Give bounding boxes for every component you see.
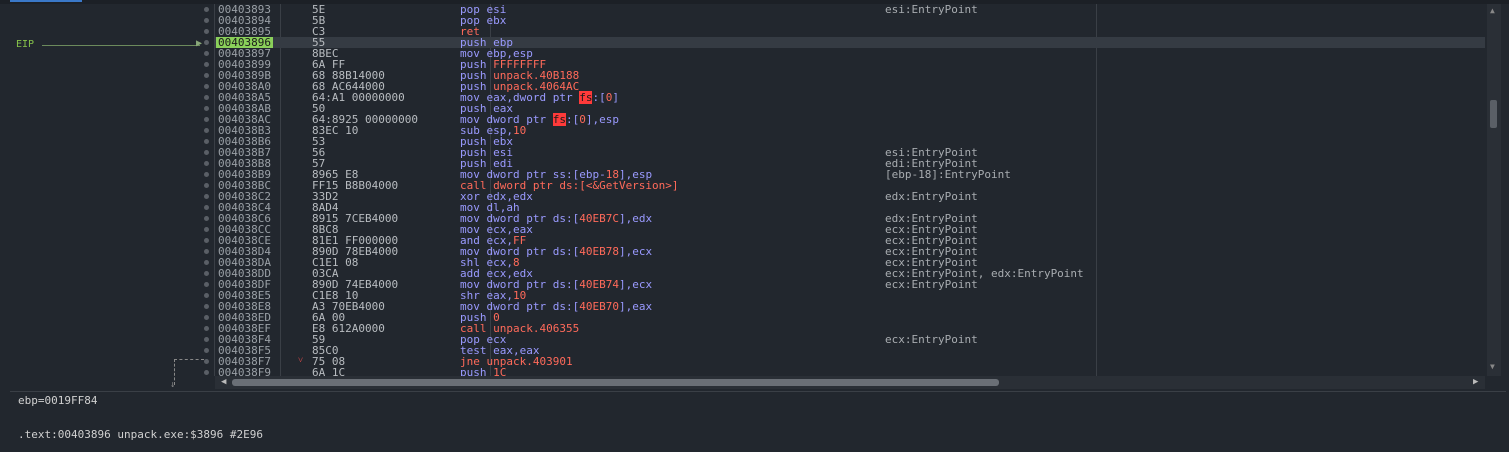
scroll-down-icon[interactable]: ▼ [1490,362,1495,371]
row-comment: ecx:EntryPoint [885,278,978,291]
disasm-row[interactable]: 004038F5 85C0 test eax,eax [215,345,1485,356]
disasm-row[interactable]: 004038CE 81E1 FF000000 and ecx,FF ecx:Entry… [215,235,1485,246]
breakpoint-dot[interactable] [204,205,209,210]
disasm-row[interactable]: 004038F7 ˅ 75 08 jne unpack.403901 [215,356,1485,367]
breakpoint-dot[interactable] [204,260,209,265]
breakpoint-dot[interactable] [204,337,209,342]
jump-marker-icon: ˅ [298,356,304,366]
active-tab-indicator[interactable] [10,0,82,2]
disasm-row[interactable]: 00403897 8BEC mov ebp,esp [215,48,1485,59]
vertical-scrollbar[interactable]: ▲ ▼ [1487,4,1501,376]
disasm-row[interactable]: 004038E5 C1E8 10 shr eax,10 [215,290,1485,301]
eip-label: EIP [16,39,35,50]
instruction-token: push [460,366,494,376]
breakpoint-dot[interactable] [204,194,209,199]
breakpoint-dot[interactable] [204,271,209,276]
disasm-row[interactable]: 004038B6 53 push ebx [215,136,1485,147]
breakpoint-dot[interactable] [204,304,209,309]
disasm-row[interactable]: 004038F9 6A 1C push 1C [215,367,1485,376]
disasm-row[interactable]: 00403894 5B pop ebx [215,15,1485,26]
row-address: 004038F9 [218,366,271,376]
horizontal-scroll-thumb[interactable] [232,379,999,386]
disasm-row[interactable]: 0040389B 68 88B14000 push unpack.40B188 [215,70,1485,81]
address-info: .text:00403896 unpack.exe:$3896 #2E96 [18,428,264,441]
row-comment: ecx:EntryPoint [885,333,978,346]
breakpoint-dot[interactable] [204,40,209,45]
disasm-row[interactable]: 004038C4 8AD4 mov dl,ah [215,202,1485,213]
row-instruction: push 1C [460,367,506,376]
disasm-row[interactable]: 004038CC 8BC8 mov ecx,eax ecx:EntryPoint [215,224,1485,235]
scroll-right-icon[interactable]: ▶ [1473,377,1478,387]
eip-pointer-line [42,45,200,46]
disasm-row[interactable]: 00403895 C3 ret [215,26,1485,37]
row-bytes: 64:A1 00000000 [312,91,405,104]
row-comment: edx:EntryPoint [885,190,978,203]
row-bytes: 6A 1C [312,366,346,376]
register-info: ebp=0019FF84 [18,394,98,407]
disasm-row[interactable]: 004038A0 68 AC644000 push unpack.4064AC [215,81,1485,92]
disassembly-view[interactable]: 00403893 5E pop esi esi:EntryPoint 00403894 5… [215,4,1485,376]
row-comment: [ebp-18]:EntryPoint [885,168,1011,181]
disasm-row[interactable]: 004038ED 6A 00 push 0 [215,312,1485,323]
disasm-row[interactable]: 004038B9 8965 E8 mov dword ptr ss:[ebp-18]… [215,169,1485,180]
breakpoint-dot[interactable] [204,106,209,111]
jump-arrow-icon: ↓ [170,380,176,390]
disasm-row[interactable]: 004038B8 57 push edi edi:EntryPoint [215,158,1485,169]
breakpoint-dot[interactable] [204,238,209,243]
disasm-row[interactable]: 004038D4 890D 78EB4000 mov dword ptr ds:[4… [215,246,1485,257]
breakpoint-dot[interactable] [204,161,209,166]
breakpoint-dot[interactable] [204,7,209,12]
disasm-row[interactable]: 004038BC FF15 B8B04000 call dword ptr ds:[… [215,180,1485,191]
breakpoint-dot[interactable] [204,128,209,133]
breakpoint-dot[interactable] [204,62,209,67]
breakpoint-dot[interactable] [204,359,209,364]
disasm-row[interactable]: 004038B7 56 push esi esi:EntryPoint [215,147,1485,158]
disasm-row[interactable]: 004038C6 8915 7CEB4000 mov dword ptr ds:[4… [215,213,1485,224]
breakpoint-dot[interactable] [204,117,209,122]
breakpoint-dot[interactable] [204,249,209,254]
scroll-up-icon[interactable]: ▲ [1490,6,1495,15]
breakpoint-dot[interactable] [204,370,209,375]
breakpoint-dot[interactable] [204,150,209,155]
eip-arrow-icon: ▶ [196,38,203,49]
disasm-row[interactable]: 004038AC 64:8925 00000000 mov dword ptr fs… [215,113,1485,126]
info-panel: ebp=0019FF84 .text:00403896 unpack.exe:$… [10,391,1506,450]
instruction-token: 1C [493,366,507,376]
breakpoint-dot[interactable] [204,172,209,177]
breakpoint-dot[interactable] [204,139,209,144]
disasm-row[interactable]: 004038E8 A3 70EB4000 mov dword ptr ds:[40E… [215,301,1485,312]
breakpoint-dot[interactable] [204,227,209,232]
vertical-scroll-thumb[interactable] [1490,100,1497,128]
disasm-row[interactable]: 004038A5 64:A1 00000000 mov eax,dword ptr … [215,91,1485,104]
disasm-row[interactable]: 004038DF 890D 74EB4000 mov dword ptr ds:[4… [215,279,1485,290]
disasm-row[interactable]: 00403899 6A FF push FFFFFFFF [215,59,1485,70]
disasm-row[interactable]: 00403893 5E pop esi esi:EntryPoint [215,4,1485,15]
jump-line [174,359,204,360]
breakpoint-dot[interactable] [204,95,209,100]
disasm-row[interactable]: 004038B3 83EC 10 sub esp,10 [215,125,1485,136]
branch-gutter: EIP ▶ ↓ [10,4,215,390]
breakpoint-dot[interactable] [204,183,209,188]
scroll-left-icon[interactable]: ◀ [221,377,226,387]
disasm-row[interactable]: 004038F4 59 pop ecx ecx:EntryPoint [215,334,1485,345]
breakpoint-dot[interactable] [204,29,209,34]
disasm-row[interactable]: 004038C2 33D2 xor edx,edx edx:EntryPoint [215,191,1485,202]
row-comment: esi:EntryPoint [885,4,978,16]
breakpoint-dot[interactable] [204,326,209,331]
disasm-row[interactable]: 004038DD 03CA add ecx,edx ecx:EntryPoint, e… [215,268,1485,279]
breakpoint-dot[interactable] [204,84,209,89]
breakpoint-dot[interactable] [204,18,209,23]
breakpoint-dot[interactable] [204,73,209,78]
breakpoint-dot[interactable] [204,51,209,56]
breakpoint-dot[interactable] [204,282,209,287]
breakpoint-dot[interactable] [204,315,209,320]
disasm-row[interactable]: 00403896 55 push ebp [215,37,1485,48]
breakpoint-dot[interactable] [204,216,209,221]
horizontal-scrollbar[interactable]: ◀ ▶ [215,376,1485,389]
disasm-row[interactable]: 004038DA C1E1 08 shl ecx,8 ecx:EntryPoint [215,257,1485,268]
breakpoint-dot[interactable] [204,293,209,298]
breakpoint-dot[interactable] [204,348,209,353]
disasm-row[interactable]: 004038EF E8 612A0000 call unpack.406355 [215,323,1485,334]
